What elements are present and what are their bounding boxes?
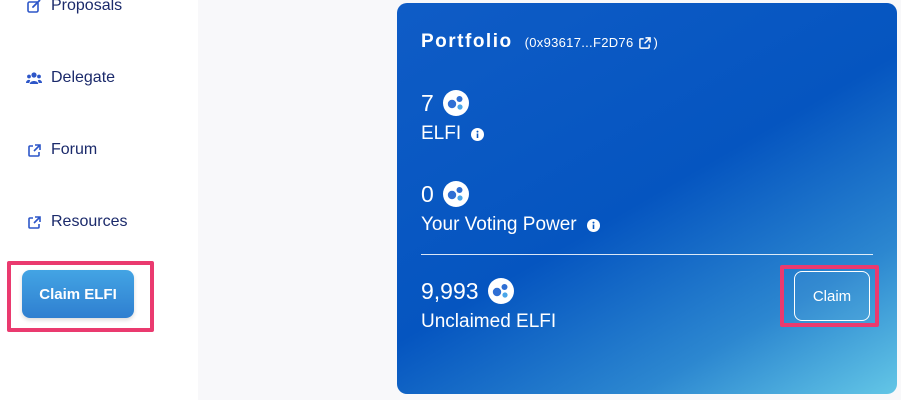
sidebar-item-label: Delegate [51, 69, 116, 86]
external-link-icon [26, 142, 42, 158]
voting-power-label: Your Voting Power [421, 214, 577, 235]
elfi-balance-value: 7 [421, 89, 434, 116]
portfolio-title: Portfolio [421, 31, 513, 52]
elfi-token-icon [487, 277, 515, 305]
address-close-paren: ) [653, 35, 659, 50]
unclaimed-elfi: 9,993 Unclaimed ELFI [421, 277, 556, 333]
portfolio-card: Portfolio (0x93617...F2D76 ) 7 ELFI 0 Yo… [397, 3, 897, 394]
unclaimed-elfi-label: Unclaimed ELFI [421, 311, 557, 332]
sidebar-item-label: Resources [51, 213, 128, 230]
divider [421, 254, 873, 255]
wallet-address-link[interactable]: (0x93617...F2D76 ) [525, 35, 659, 50]
external-link-icon [639, 36, 652, 49]
sidebar-item-forum[interactable]: Forum [26, 141, 97, 159]
info-icon[interactable] [471, 127, 485, 141]
claim-button[interactable]: Claim [794, 271, 870, 321]
sidebar: Proposals Delegate Forum Resources Claim… [0, 0, 198, 400]
sidebar-item-label: Proposals [51, 0, 123, 14]
wallet-address: (0x93617...F2D76 [524, 35, 634, 50]
edit-icon [26, 0, 42, 14]
external-link-icon [26, 214, 42, 230]
claim-elfi-button[interactable]: Claim ELFI [22, 270, 134, 318]
unclaimed-elfi-value: 9,993 [421, 277, 479, 304]
sidebar-item-label: Forum [51, 141, 98, 158]
sidebar-item-proposals[interactable]: Proposals [26, 0, 122, 15]
voting-power: 0 Your Voting Power [421, 180, 600, 236]
elfi-token-icon [442, 180, 470, 208]
sidebar-item-resources[interactable]: Resources [26, 213, 127, 231]
voting-power-value: 0 [421, 180, 434, 207]
users-icon [26, 70, 42, 86]
elfi-token-icon [442, 89, 470, 117]
portfolio-header: Portfolio (0x93617...F2D76 ) [421, 31, 658, 53]
elfi-balance: 7 ELFI [421, 89, 485, 145]
elfi-balance-label: ELFI [421, 123, 462, 144]
info-icon[interactable] [586, 218, 600, 232]
sidebar-item-delegate[interactable]: Delegate [26, 69, 115, 87]
